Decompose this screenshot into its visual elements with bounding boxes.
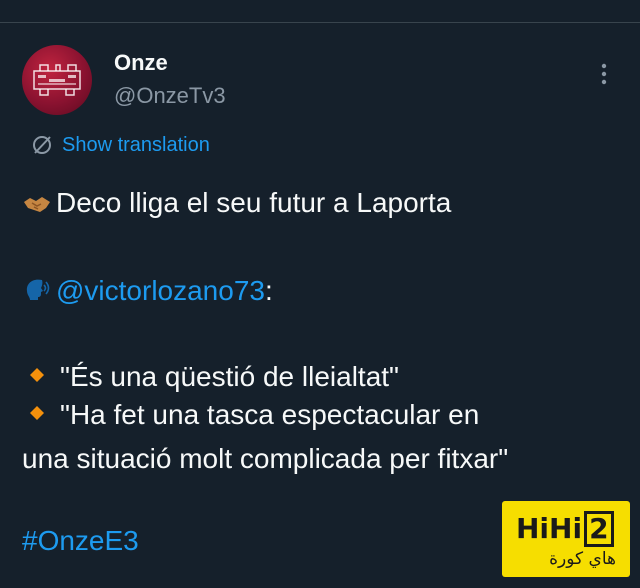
tweet-line-1-text: Deco lliga el seu futur a Laporta: [56, 187, 452, 218]
translate-icon: [30, 133, 54, 157]
tweet-line-3: "És una qüestió de lleialtat": [22, 359, 399, 395]
watermark-logo-boxed: 2: [584, 511, 614, 547]
tweet-line-1: Deco lliga el seu futur a Laporta: [22, 185, 451, 225]
quote-1: "És una qüestió de lleialtat": [60, 361, 399, 392]
tweet-line-6: #OnzeE3: [22, 523, 139, 559]
author-handle[interactable]: @OnzeTv3: [114, 83, 226, 109]
quote-2-part-a: "Ha fet una tasca espectacular en: [60, 399, 480, 430]
tweet-line-5: una situació molt complicada per fitxar": [22, 441, 508, 477]
mention-suffix: :: [264, 275, 273, 306]
tweet-line-4: "Ha fet una tasca espectacular en: [22, 397, 479, 433]
hashtag-link[interactable]: #OnzeE3: [22, 525, 139, 556]
watermark-subtitle: هاي كورة: [549, 549, 616, 569]
handshake-icon: [22, 189, 56, 225]
watermark-logo-text: HiHi: [516, 512, 583, 545]
mention-link[interactable]: @victorlozano73: [56, 275, 265, 306]
watermark-logo: HiHi 2 هاي كورة: [502, 501, 630, 577]
more-vertical-icon[interactable]: [593, 60, 615, 90]
watermark-wordmark: HiHi 2: [516, 511, 614, 547]
author-name[interactable]: Onze: [114, 50, 168, 76]
quote-2-part-b: una situació molt complicada per fitxar": [22, 443, 509, 474]
orange-diamond-icon: [30, 355, 44, 382]
orange-diamond-icon: [30, 393, 44, 420]
avatar[interactable]: [22, 45, 92, 115]
show-translation-label: Show translation: [62, 133, 210, 156]
show-translation-link[interactable]: Show translation: [30, 133, 210, 157]
avatar-logo: [33, 64, 81, 96]
tweet-line-2: @victorlozano73:: [22, 273, 273, 313]
speaking-head-icon: [22, 276, 56, 313]
top-divider: [0, 22, 640, 23]
